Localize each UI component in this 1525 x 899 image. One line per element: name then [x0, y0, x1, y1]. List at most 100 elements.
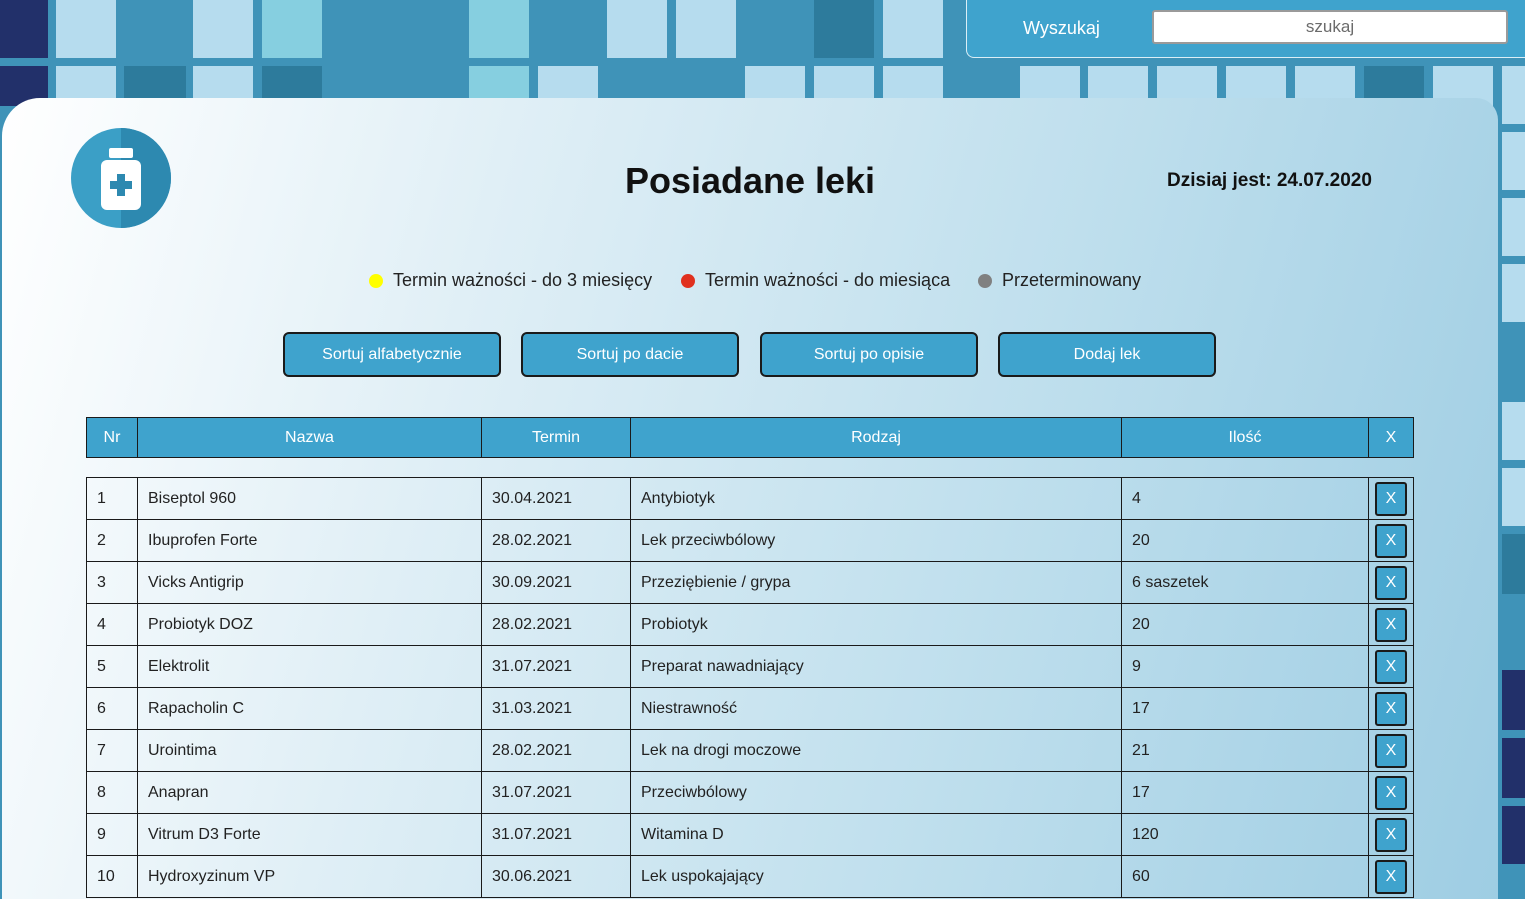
cell-delete: X [1368, 855, 1414, 898]
cell-delete: X [1368, 813, 1414, 856]
cell-delete: X [1368, 687, 1414, 730]
delete-row-button[interactable]: X [1375, 733, 1407, 768]
cell-type: Preparat nawadniający [630, 645, 1122, 688]
cell-name: Vicks Antigrip [137, 561, 482, 604]
delete-row-button[interactable]: X [1375, 859, 1407, 894]
cell-qty: 60 [1121, 855, 1369, 898]
cell-delete: X [1368, 477, 1414, 520]
add-medicine-button[interactable]: Dodaj lek [998, 332, 1216, 377]
cell-type: Witamina D [630, 813, 1122, 856]
medicine-table: 1 Biseptol 960 30.04.2021 Antybiotyk 4 X 2 Ibup… [86, 477, 1414, 898]
delete-row-button[interactable]: X [1375, 607, 1407, 642]
legend-item-1-month: Termin ważności - do miesiąca [681, 270, 950, 291]
cell-nr: 2 [86, 519, 138, 562]
table-row: 4 Probiotyk DOZ 28.02.2021 Probiotyk 20 X [86, 603, 1414, 646]
cell-name: Biseptol 960 [137, 477, 482, 520]
cell-term: 31.03.2021 [481, 687, 631, 730]
search-label: Wyszukaj [1023, 18, 1100, 38]
cell-type: Lek na drogi moczowe [630, 729, 1122, 772]
legend-label: Termin ważności - do miesiąca [705, 270, 951, 290]
cell-term: 31.07.2021 [481, 771, 631, 814]
cell-name: Ibuprofen Forte [137, 519, 482, 562]
cell-nr: 3 [86, 561, 138, 604]
cell-nr: 8 [86, 771, 138, 814]
cell-name: Urointima [137, 729, 482, 772]
cell-delete: X [1368, 645, 1414, 688]
cell-name: Vitrum D3 Forte [137, 813, 482, 856]
cell-name: Probiotyk DOZ [137, 603, 482, 646]
column-header-name[interactable]: Nazwa [137, 417, 482, 458]
cell-nr: 9 [86, 813, 138, 856]
yellow-dot-icon [369, 273, 383, 288]
cell-name: Hydroxyzinum VP [137, 855, 482, 898]
cell-type: Lek uspokajający [630, 855, 1122, 898]
cell-qty: 4 [1121, 477, 1369, 520]
column-header-type[interactable]: Rodzaj [630, 417, 1122, 458]
page-title: Posiadane leki [624, 160, 876, 201]
cell-delete: X [1368, 561, 1414, 604]
column-header-delete: X [1368, 417, 1414, 458]
table-row: 1 Biseptol 960 30.04.2021 Antybiotyk 4 X [86, 477, 1414, 520]
cell-qty: 120 [1121, 813, 1369, 856]
table-row: 2 Ibuprofen Forte 28.02.2021 Lek przeciwból… [86, 519, 1414, 562]
sort-alphabetical-button[interactable]: Sortuj alfabetycznie [283, 332, 501, 377]
legend: Termin ważności - do 3 miesięcy Termin w… [0, 270, 1525, 294]
column-header-term[interactable]: Termin [481, 417, 631, 458]
delete-row-button[interactable]: X [1375, 691, 1407, 726]
table-row: 7 Urointima 28.02.2021 Lek na drogi moczowe… [86, 729, 1414, 772]
cell-term: 28.02.2021 [481, 729, 631, 772]
cell-term: 28.02.2021 [481, 519, 631, 562]
cell-type: Probiotyk [630, 603, 1122, 646]
column-header-nr[interactable]: Nr [86, 417, 138, 458]
cell-name: Anapran [137, 771, 482, 814]
cell-term: 28.02.2021 [481, 603, 631, 646]
cell-delete: X [1368, 729, 1414, 772]
table-row: 8 Anapran 31.07.2021 Przeciwbólowy 17 X [86, 771, 1414, 814]
legend-label: Termin ważności - do 3 miesięcy [393, 270, 653, 290]
cell-qty: 9 [1121, 645, 1369, 688]
column-header-qty[interactable]: Ilość [1121, 417, 1369, 458]
sort-by-date-button[interactable]: Sortuj po dacie [521, 332, 739, 377]
cell-term: 30.06.2021 [481, 855, 631, 898]
cell-qty: 21 [1121, 729, 1369, 772]
delete-row-button[interactable]: X [1375, 523, 1407, 558]
cell-type: Niestrawność [630, 687, 1122, 730]
cell-qty: 6 saszetek [1121, 561, 1369, 604]
cell-qty: 20 [1121, 519, 1369, 562]
cell-qty: 20 [1121, 603, 1369, 646]
cell-nr: 1 [86, 477, 138, 520]
cell-nr: 5 [86, 645, 138, 688]
gray-dot-icon [978, 273, 992, 288]
delete-row-button[interactable]: X [1375, 649, 1407, 684]
cell-nr: 7 [86, 729, 138, 772]
legend-item-expired: Przeterminowany [978, 270, 1141, 291]
cell-term: 31.07.2021 [481, 645, 631, 688]
table-row: 5 Elektrolit 31.07.2021 Preparat nawadniają… [86, 645, 1414, 688]
cell-type: Antybiotyk [630, 477, 1122, 520]
medicine-bottle-icon [71, 128, 171, 228]
cell-nr: 4 [86, 603, 138, 646]
cell-qty: 17 [1121, 687, 1369, 730]
cell-type: Przeziębienie / grypa [630, 561, 1122, 604]
cell-name: Elektrolit [137, 645, 482, 688]
delete-row-button[interactable]: X [1375, 565, 1407, 600]
search-bar: Wyszukaj [966, 0, 1525, 58]
cell-delete: X [1368, 771, 1414, 814]
search-input[interactable] [1152, 10, 1508, 44]
delete-row-button[interactable]: X [1375, 775, 1407, 810]
delete-row-button[interactable]: X [1375, 481, 1407, 516]
cell-delete: X [1368, 519, 1414, 562]
cell-name: Rapacholin C [137, 687, 482, 730]
table-row: 10 Hydroxyzinum VP 30.06.2021 Lek uspokajaj… [86, 855, 1414, 898]
cell-term: 30.04.2021 [481, 477, 631, 520]
cell-nr: 10 [86, 855, 138, 898]
cell-qty: 17 [1121, 771, 1369, 814]
cell-term: 31.07.2021 [481, 813, 631, 856]
table-header: Nr Nazwa Termin Rodzaj Ilość X [86, 417, 1414, 458]
cell-nr: 6 [86, 687, 138, 730]
delete-row-button[interactable]: X [1375, 817, 1407, 852]
red-dot-icon [681, 273, 695, 288]
legend-item-3-months: Termin ważności - do 3 miesięcy [369, 270, 652, 291]
table-row: 9 Vitrum D3 Forte 31.07.2021 Witamina D 120 X [86, 813, 1414, 856]
sort-by-description-button[interactable]: Sortuj po opisie [760, 332, 978, 377]
